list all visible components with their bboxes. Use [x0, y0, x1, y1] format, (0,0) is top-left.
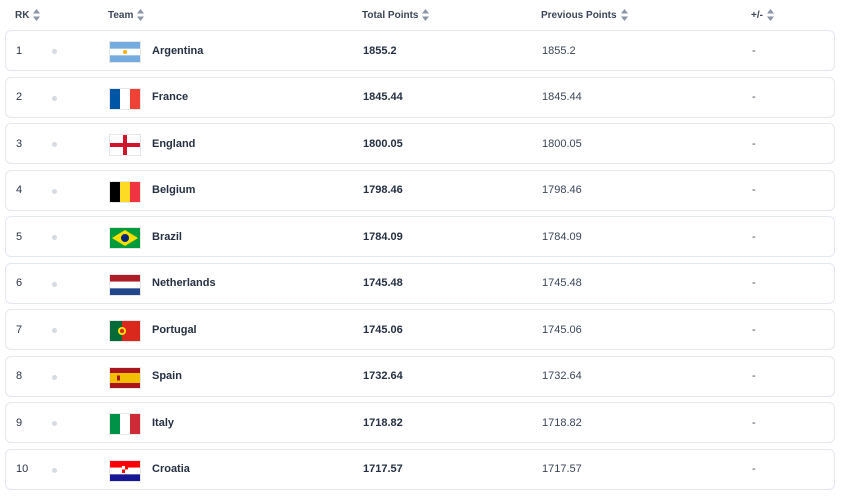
rank-cell: 2	[16, 91, 23, 103]
team-name[interactable]: Italy	[152, 403, 174, 442]
change-column-header[interactable]: +/-	[751, 9, 774, 21]
change-cell: -	[752, 370, 756, 382]
croatia-flag-icon	[109, 459, 141, 482]
total-points-column-label: Total Points	[362, 9, 419, 21]
change-cell: -	[752, 137, 756, 150]
previous-points-cell: 1717.57	[542, 463, 582, 475]
rank-cell: 6	[16, 277, 23, 289]
table-row[interactable]: 8 Spain 1732.64 1732.64 -	[5, 355, 835, 397]
england-flag-icon	[109, 134, 141, 156]
rank-column-label: RK	[15, 9, 30, 21]
change-cell: -	[752, 184, 756, 196]
previous-points-cell: 1745.06	[542, 323, 582, 336]
status-dot-icon	[52, 235, 57, 240]
table-header: RK Team Total Points Previous Points +/-	[0, 0, 842, 30]
status-dot-icon	[52, 374, 57, 380]
total-points-cell: 1745.06	[363, 323, 403, 336]
total-points-cell: 1800.05	[363, 137, 403, 150]
belgium-flag-icon	[109, 180, 141, 203]
team-name[interactable]: Belgium	[152, 171, 195, 210]
table-row[interactable]: 6 Netherlands 1745.48 1745.48 -	[5, 262, 835, 304]
previous-points-cell: 1845.44	[542, 91, 582, 103]
argentina-flag-icon	[109, 41, 141, 63]
previous-points-cell: 1745.48	[542, 277, 582, 289]
sort-icon[interactable]	[766, 9, 774, 21]
italy-flag-icon	[109, 413, 141, 435]
table-row[interactable]: 3 England 1800.05 1800.05 -	[5, 123, 835, 164]
change-cell: -	[752, 463, 756, 475]
status-dot-icon	[52, 421, 57, 426]
rank-cell: 4	[16, 184, 23, 196]
status-dot-icon	[52, 142, 57, 147]
change-cell: -	[752, 91, 756, 103]
previous-points-cell: 1784.09	[542, 230, 582, 243]
sort-icon[interactable]	[33, 9, 41, 21]
total-points-cell: 1784.09	[363, 230, 403, 243]
total-points-cell: 1855.2	[363, 44, 397, 57]
previous-points-cell: 1798.46	[542, 184, 582, 196]
total-points-cell: 1845.44	[363, 91, 403, 103]
team-name[interactable]: France	[152, 78, 188, 117]
previous-points-cell: 1732.64	[542, 370, 582, 382]
status-dot-icon	[52, 328, 57, 333]
team-name[interactable]: Spain	[152, 357, 182, 396]
team-name[interactable]: Netherlands	[152, 264, 216, 303]
france-flag-icon	[109, 87, 141, 110]
change-column-label: +/-	[751, 9, 763, 21]
team-name[interactable]: Portugal	[152, 310, 197, 349]
spain-flag-icon	[109, 366, 141, 389]
change-cell: -	[752, 277, 756, 289]
total-points-cell: 1798.46	[363, 184, 403, 196]
team-name[interactable]: Brazil	[152, 217, 182, 256]
change-cell: -	[752, 416, 756, 429]
rank-cell: 5	[16, 230, 23, 243]
table-row[interactable]: 2 France 1845.44 1845.44 -	[5, 76, 835, 118]
table-row[interactable]: 4 Belgium 1798.46 1798.46 -	[5, 169, 835, 211]
rank-cell: 1	[16, 44, 23, 57]
rank-column-header[interactable]: RK	[15, 9, 41, 21]
rank-cell: 10	[16, 463, 29, 475]
total-points-column-header[interactable]: Total Points	[362, 9, 430, 21]
change-cell: -	[752, 44, 756, 57]
table-row[interactable]: 1 Argentina 1855.2 1855.2 -	[5, 30, 835, 71]
table-row[interactable]: 7 Portugal 1745.06 1745.06 -	[5, 309, 835, 350]
change-cell: -	[752, 230, 756, 243]
team-column-header[interactable]: Team	[108, 9, 145, 21]
team-name[interactable]: Croatia	[152, 450, 190, 489]
status-dot-icon	[52, 281, 57, 287]
rank-cell: 8	[16, 370, 23, 382]
rank-cell: 7	[16, 323, 23, 336]
total-points-cell: 1717.57	[363, 463, 403, 475]
table-row[interactable]: 9 Italy 1718.82 1718.82 -	[5, 402, 835, 443]
rank-cell: 3	[16, 137, 23, 150]
total-points-cell: 1718.82	[363, 416, 403, 429]
status-dot-icon	[52, 49, 57, 54]
sort-icon[interactable]	[137, 9, 145, 21]
team-name[interactable]: England	[152, 124, 195, 163]
previous-points-cell: 1855.2	[542, 44, 576, 57]
previous-points-column-header[interactable]: Previous Points	[541, 9, 628, 21]
brazil-flag-icon	[109, 227, 141, 249]
rank-cell: 9	[16, 416, 23, 429]
status-dot-icon	[52, 467, 57, 473]
sort-icon[interactable]	[422, 9, 430, 21]
team-name[interactable]: Argentina	[152, 31, 203, 70]
status-dot-icon	[52, 95, 57, 101]
total-points-cell: 1732.64	[363, 370, 403, 382]
netherlands-flag-icon	[109, 273, 141, 296]
status-dot-icon	[52, 188, 57, 194]
team-column-label: Team	[108, 9, 134, 21]
table-row[interactable]: 5 Brazil 1784.09 1784.09 -	[5, 216, 835, 257]
total-points-cell: 1745.48	[363, 277, 403, 289]
table-row[interactable]: 10 Croatia 1717.57 1717.57 -	[5, 448, 835, 490]
previous-points-cell: 1800.05	[542, 137, 582, 150]
change-cell: -	[752, 323, 756, 336]
portugal-flag-icon	[109, 320, 141, 342]
previous-points-cell: 1718.82	[542, 416, 582, 429]
sort-icon[interactable]	[620, 9, 628, 21]
previous-points-column-label: Previous Points	[541, 9, 617, 21]
